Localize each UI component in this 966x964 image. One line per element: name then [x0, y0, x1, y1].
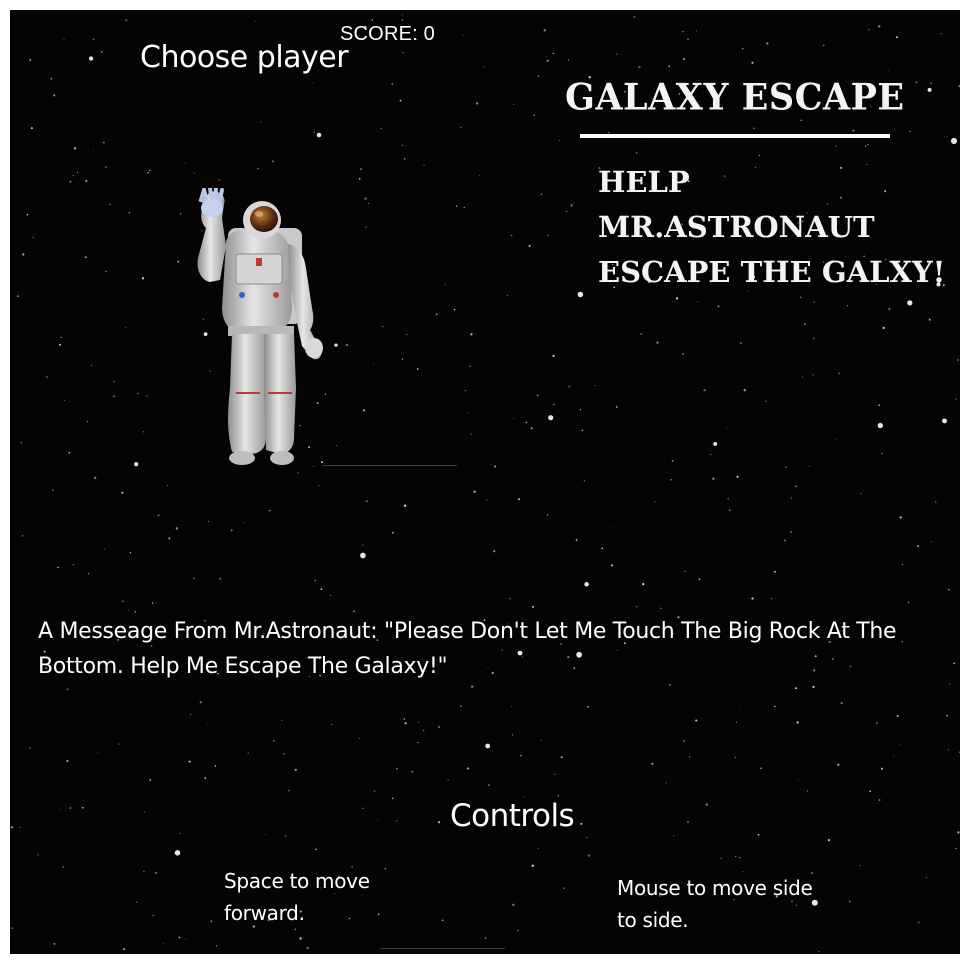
- divider-line: [380, 948, 505, 949]
- game-title: GALAXY ESCAPE: [565, 76, 905, 120]
- title-underline: [580, 134, 890, 138]
- astronaut-message: A Messeage From Mr.Astronaut: "Please Do…: [38, 619, 897, 679]
- control-mouse-instruction: Mouse to move side to side.: [617, 876, 813, 932]
- tagline-line-1: HELP: [598, 165, 690, 199]
- choose-player-label: Choose player: [140, 40, 349, 75]
- tagline: HELP MR.ASTRONAUT ESCAPE THE GALXY!: [598, 160, 945, 295]
- score-display: SCORE: 0: [340, 23, 435, 45]
- tagline-line-3: ESCAPE THE GALXY!: [598, 255, 946, 289]
- astronaut-player[interactable]: [180, 188, 330, 466]
- control-space-instruction: Space to move forward.: [224, 869, 370, 925]
- controls-heading: Controls: [450, 798, 575, 834]
- divider-line: [322, 465, 457, 466]
- tagline-line-2: MR.ASTRONAUT: [598, 210, 875, 244]
- game-canvas[interactable]: SCORE: 0 Choose player GALAXY ESCAPE HEL…: [10, 10, 960, 954]
